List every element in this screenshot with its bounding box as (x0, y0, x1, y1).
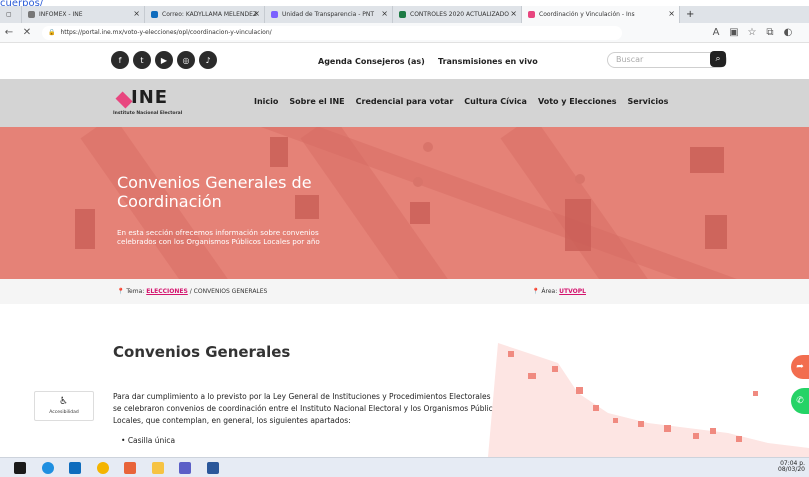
logo-text: INE (131, 87, 169, 108)
tab-controles[interactable]: CONTROLES 2020 ACTUALIZADO × (393, 6, 522, 23)
close-icon[interactable]: × (381, 9, 388, 18)
back-icon[interactable]: ← (0, 23, 18, 43)
close-icon[interactable]: × (253, 9, 260, 18)
tab-favicon-icon (28, 11, 35, 18)
tab-label: Correo: KADYLLAMA MELENDEZ (162, 11, 257, 18)
list-item-text: Casilla única (127, 436, 176, 445)
close-icon[interactable]: × (510, 9, 517, 18)
tab-correo[interactable]: Correo: KADYLLAMA MELENDEZ × (145, 6, 265, 23)
main-navigation: INE Instituto Nacional Electoral Inicio … (0, 79, 809, 127)
tab-label: INFOMEX - INE (39, 11, 83, 18)
accessibility-label: Accesibilidad (49, 410, 79, 415)
ine-favicon-icon (528, 11, 535, 18)
pnt-icon (271, 11, 278, 18)
new-tab-button[interactable]: + (680, 6, 700, 23)
close-icon[interactable]: × (133, 9, 140, 18)
menu-item-credencial[interactable]: Credencial para votar (356, 97, 454, 106)
list-item: • Casilla única (121, 436, 176, 445)
menu-item-inicio[interactable]: Inicio (254, 97, 278, 106)
start-icon[interactable] (14, 462, 26, 474)
menu-item-sobre-ine[interactable]: Sobre el INE (289, 97, 344, 106)
section-body: Para dar cumplimiento a lo previsto por … (113, 392, 528, 425)
excel-icon (399, 11, 406, 18)
hero-description: En esta sección ofrecemos información so… (117, 228, 320, 246)
tema-link[interactable]: ELECCIONES (146, 288, 188, 295)
transmisiones-link[interactable]: Transmisiones en vivo (438, 57, 538, 66)
teams-icon[interactable] (179, 462, 191, 474)
tab-label: Coordinación y Vinculación - Ins (539, 11, 635, 18)
pin-icon: 📍 (532, 288, 540, 295)
tema-label: Tema: (126, 288, 145, 295)
instagram-icon[interactable]: ◎ (177, 51, 195, 69)
tiktok-icon[interactable]: ♪ (199, 51, 217, 69)
windows-taskbar: 07:04 p. 08/03/20 (0, 457, 809, 477)
menu: Inicio Sobre el INE Credencial para vota… (254, 97, 668, 106)
favorites-star-icon[interactable]: ☆ (743, 23, 761, 43)
profile-icon[interactable]: ◐ (779, 23, 797, 43)
address-bar: ← ✕ 🔒 https://portal.ine.mx/voto-y-elecc… (0, 23, 809, 43)
lock-icon: 🔒 (48, 29, 56, 36)
accessibility-icon: ♿ (59, 396, 68, 407)
accessibility-widget[interactable]: ♿ Accesibilidad (34, 391, 94, 421)
outlook-icon[interactable] (69, 462, 81, 474)
hero-banner: Convenios Generales de Coordinación En e… (0, 127, 809, 279)
pin-icon: 📍 (117, 288, 125, 295)
tab-icon[interactable]: ▣ (725, 23, 743, 43)
browser-tab-bar: ▢ INFOMEX - INE × Correo: KADYLLAMA MELE… (0, 6, 809, 23)
area-link[interactable]: UTVOPL (559, 288, 586, 295)
tab-label: CONTROLES 2020 ACTUALIZADO (410, 11, 510, 18)
word-icon[interactable] (207, 462, 219, 474)
area-breadcrumb: 📍 Área: UTVOPL (532, 288, 586, 295)
area-label: Área: (541, 288, 558, 295)
tab-label: Unidad de Transparencia - PNT (282, 11, 375, 18)
mexico-map-graphic (488, 343, 809, 457)
menu-item-cultura[interactable]: Cultura Cívica (464, 97, 527, 106)
hero-title: Convenios Generales de Coordinación (117, 173, 312, 211)
url-text: https://portal.ine.mx/voto-y-elecciones/… (60, 29, 272, 36)
clock-date: 08/03/20 (778, 466, 805, 473)
twitter-icon[interactable]: t (133, 51, 151, 69)
section-title: Convenios Generales (113, 343, 291, 361)
youtube-icon[interactable]: ▶ (155, 51, 173, 69)
menu-item-voto[interactable]: Voto y Elecciones (538, 97, 617, 106)
collections-icon[interactable]: ⧉ (761, 23, 779, 43)
site-topbar: f t ▶ ◎ ♪ Agenda Consejeros (as) Transmi… (0, 43, 809, 79)
share-icon[interactable]: ➦ (791, 355, 809, 379)
tab-transparencia[interactable]: Unidad de Transparencia - PNT × (265, 6, 393, 23)
system-clock[interactable]: 07:04 p. 08/03/20 (778, 461, 805, 473)
tema-breadcrumb: 📍 Tema: ELECCIONES / CONVENIOS GENERALES (117, 288, 267, 295)
chrome-icon[interactable] (97, 462, 109, 474)
agenda-link[interactable]: Agenda Consejeros (as) (318, 57, 425, 66)
website: f t ▶ ◎ ♪ Agenda Consejeros (as) Transmi… (0, 43, 809, 457)
read-aloud-icon[interactable]: A (707, 23, 725, 43)
search-icon[interactable]: ⌕ (710, 51, 726, 67)
facebook-icon[interactable]: f (111, 51, 129, 69)
close-icon[interactable]: × (668, 9, 675, 18)
reload-icon[interactable]: ✕ (18, 23, 36, 43)
menu-item-servicios[interactable]: Servicios (628, 97, 669, 106)
social-icons: f t ▶ ◎ ♪ (111, 51, 217, 69)
file-explorer-icon[interactable] (152, 462, 164, 474)
tema-rest: / CONVENIOS GENERALES (189, 288, 268, 295)
edge-icon[interactable] (42, 462, 54, 474)
outlook-icon (151, 11, 158, 18)
url-input[interactable]: 🔒 https://portal.ine.mx/voto-y-eleccione… (42, 25, 622, 40)
tab-actions-button[interactable]: ▢ (0, 6, 22, 23)
logo-mark-icon (115, 91, 133, 109)
breadcrumb: 📍 Tema: ELECCIONES / CONVENIOS GENERALES… (0, 279, 809, 304)
app-icon[interactable] (124, 462, 136, 474)
logo-subtitle: Instituto Nacional Electoral (113, 111, 183, 116)
tab-infomex[interactable]: INFOMEX - INE × (22, 6, 145, 23)
tab-coordinacion[interactable]: Coordinación y Vinculación - Ins × (522, 6, 680, 23)
search-input[interactable]: Buscar (607, 52, 727, 68)
